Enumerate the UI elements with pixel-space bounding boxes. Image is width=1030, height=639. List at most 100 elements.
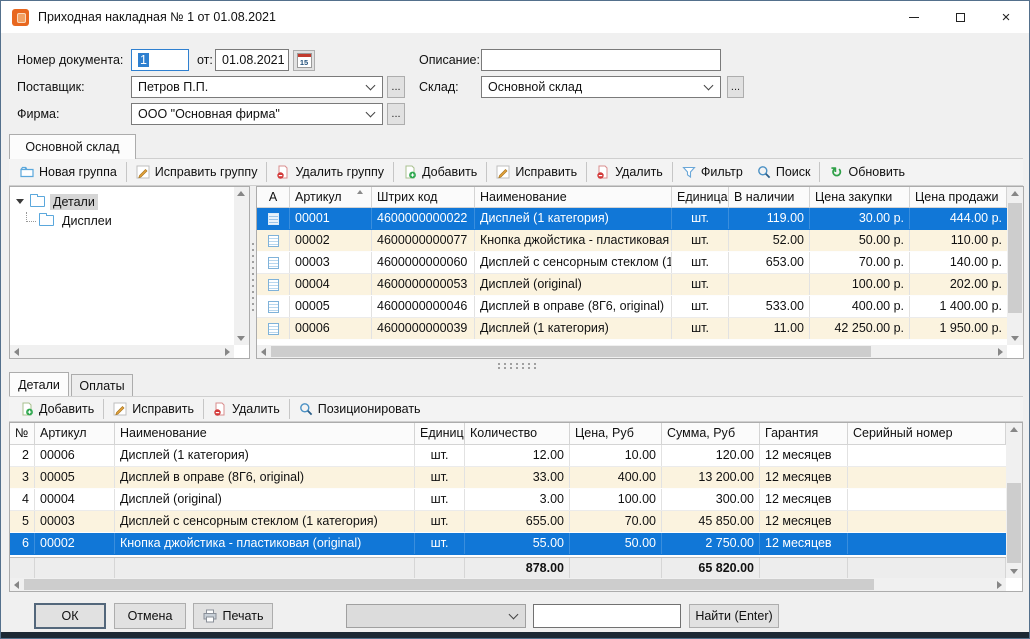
chevron-down-icon[interactable] — [16, 199, 24, 204]
products-horizontal-scrollbar[interactable] — [257, 345, 1007, 358]
cancel-button[interactable]: Отмена — [114, 603, 186, 629]
column-header-purchase[interactable]: Цена закупки — [810, 187, 910, 207]
tree-item-child[interactable]: Дисплеи — [10, 211, 249, 230]
column-header-articul[interactable]: Артикул — [35, 423, 115, 444]
column-header-num[interactable]: № — [10, 423, 35, 444]
ok-button[interactable]: ОК — [34, 603, 106, 629]
column-header-unit[interactable]: Единица — [415, 423, 465, 444]
scroll-left-icon[interactable] — [261, 348, 266, 356]
tree-horizontal-scrollbar[interactable] — [10, 345, 234, 358]
find-field-combobox[interactable] — [346, 604, 526, 628]
cell-unit: шт. — [672, 230, 729, 251]
column-header-articul[interactable]: Артикул — [290, 187, 372, 207]
table-row[interactable]: 6 00002 Кнопка джойстика - пластиковая (… — [10, 533, 1006, 555]
calendar-button[interactable]: 15 — [293, 50, 315, 71]
products-grid-header: А Артикул Штрих код Наименование Единица… — [257, 187, 1007, 208]
scroll-left-icon[interactable] — [14, 348, 19, 356]
filter-button[interactable]: Фильтр — [675, 161, 750, 183]
horizontal-splitter[interactable] — [9, 359, 1023, 372]
scroll-down-icon[interactable] — [237, 336, 245, 341]
refresh-button[interactable]: ↻ Обновить — [822, 161, 912, 183]
supplier-browse-button[interactable]: ... — [387, 76, 405, 98]
tree-item-root[interactable]: Детали — [10, 192, 249, 211]
scroll-right-icon[interactable] — [998, 348, 1003, 356]
delete-icon — [596, 165, 610, 179]
table-row[interactable]: 00004 4600000000053 Дисплей (original) ш… — [257, 274, 1007, 296]
cell-price: 100.00 — [570, 489, 662, 510]
products-vertical-scrollbar[interactable] — [1007, 187, 1023, 345]
print-button[interactable]: Печать — [193, 603, 273, 629]
details-horizontal-scrollbar[interactable] — [10, 578, 1006, 591]
scroll-right-icon[interactable] — [225, 348, 230, 356]
column-header-stock[interactable]: В наличии — [729, 187, 810, 207]
doc-number-input[interactable]: 1 — [131, 49, 189, 71]
column-header-serial[interactable]: Серийный номер — [848, 423, 1006, 444]
position-button[interactable]: Позиционировать — [292, 398, 428, 420]
table-row[interactable]: 00002 4600000000077 Кнопка джойстика - п… — [257, 230, 1007, 252]
close-button[interactable]: × — [983, 1, 1029, 33]
scrollbar-thumb[interactable] — [24, 579, 874, 590]
warehouse-combobox[interactable]: Основной склад — [481, 76, 721, 98]
toolbar-separator — [103, 399, 104, 419]
scroll-left-icon[interactable] — [14, 581, 19, 589]
find-button[interactable]: Найти (Enter) — [689, 604, 779, 628]
tab-warehouse[interactable]: Основной склад — [9, 134, 136, 159]
add-icon — [20, 402, 34, 416]
column-header-name[interactable]: Наименование — [475, 187, 672, 207]
detail-delete-button[interactable]: Удалить — [206, 398, 287, 420]
table-row[interactable]: 00001 4600000000022 Дисплей (1 категория… — [257, 208, 1007, 230]
maximize-button[interactable] — [937, 1, 983, 33]
column-header-price[interactable]: Цена, Руб — [570, 423, 662, 444]
table-row[interactable]: 00003 4600000000060 Дисплей с сенсорным … — [257, 252, 1007, 274]
details-vertical-scrollbar[interactable] — [1006, 423, 1022, 578]
tab-details[interactable]: Детали — [9, 372, 69, 396]
cell-unit: шт. — [672, 318, 729, 339]
description-input[interactable] — [481, 49, 721, 71]
supplier-combobox[interactable]: Петров П.П. — [131, 76, 383, 98]
scrollbar-thumb[interactable] — [271, 346, 871, 357]
add-button[interactable]: Добавить — [396, 161, 484, 183]
search-button[interactable]: Поиск — [750, 161, 818, 183]
cell-sum: 300.00 — [662, 489, 760, 510]
column-header-barcode[interactable]: Штрих код — [372, 187, 475, 207]
warehouse-browse-button[interactable]: ... — [727, 76, 744, 98]
detail-edit-button[interactable]: Исправить — [106, 398, 201, 420]
delete-group-button[interactable]: Удалить группу — [269, 161, 391, 183]
find-input[interactable] — [533, 604, 681, 628]
scroll-up-icon[interactable] — [1011, 191, 1019, 196]
scrollbar-thumb[interactable] — [1008, 203, 1022, 313]
table-row[interactable]: 5 00003 Дисплей с сенсорным стеклом (1 к… — [10, 511, 1006, 533]
firm-browse-button[interactable]: ... — [387, 103, 405, 125]
scroll-down-icon[interactable] — [1011, 336, 1019, 341]
table-row[interactable]: 00006 4600000000039 Дисплей (1 категория… — [257, 318, 1007, 340]
table-row[interactable]: 4 00004 Дисплей (original) шт. 3.00 100.… — [10, 489, 1006, 511]
delete-button[interactable]: Удалить — [589, 161, 670, 183]
edit-button[interactable]: Исправить — [489, 161, 584, 183]
column-header-unit[interactable]: Единица — [672, 187, 729, 207]
date-input[interactable]: 01.08.2021 — [215, 49, 289, 71]
scroll-right-icon[interactable] — [997, 581, 1002, 589]
scroll-up-icon[interactable] — [1010, 427, 1018, 432]
table-row[interactable]: 2 00006 Дисплей (1 категория) шт. 12.00 … — [10, 445, 1006, 467]
table-row[interactable]: 00005 4600000000046 Дисплей в оправе (8Г… — [257, 296, 1007, 318]
cell-purchase: 42 250.00 р. — [810, 318, 910, 339]
column-header-a[interactable]: А — [257, 187, 290, 207]
new-group-button[interactable]: Новая группа — [13, 161, 124, 183]
minimize-button[interactable] — [891, 1, 937, 33]
edit-group-button[interactable]: Исправить группу — [129, 161, 265, 183]
scroll-down-icon[interactable] — [1010, 569, 1018, 574]
column-header-sale[interactable]: Цена продажи — [910, 187, 1007, 207]
table-row[interactable]: 3 00005 Дисплей в оправе (8Г6, original)… — [10, 467, 1006, 489]
close-icon: × — [1002, 10, 1011, 25]
column-header-qty[interactable]: Количество — [465, 423, 570, 444]
scrollbar-thumb[interactable] — [1007, 483, 1021, 563]
tab-payments[interactable]: Оплаты — [71, 374, 133, 396]
column-header-warranty[interactable]: Гарантия — [760, 423, 848, 444]
tree-vertical-scrollbar[interactable] — [234, 187, 249, 345]
firm-combobox[interactable]: ООО "Основная фирма" — [131, 103, 383, 125]
column-header-name[interactable]: Наименование — [115, 423, 415, 444]
scroll-up-icon[interactable] — [237, 191, 245, 196]
date-label: от: — [197, 50, 213, 70]
detail-add-button[interactable]: Добавить — [13, 398, 101, 420]
column-header-sum[interactable]: Сумма, Руб — [662, 423, 760, 444]
